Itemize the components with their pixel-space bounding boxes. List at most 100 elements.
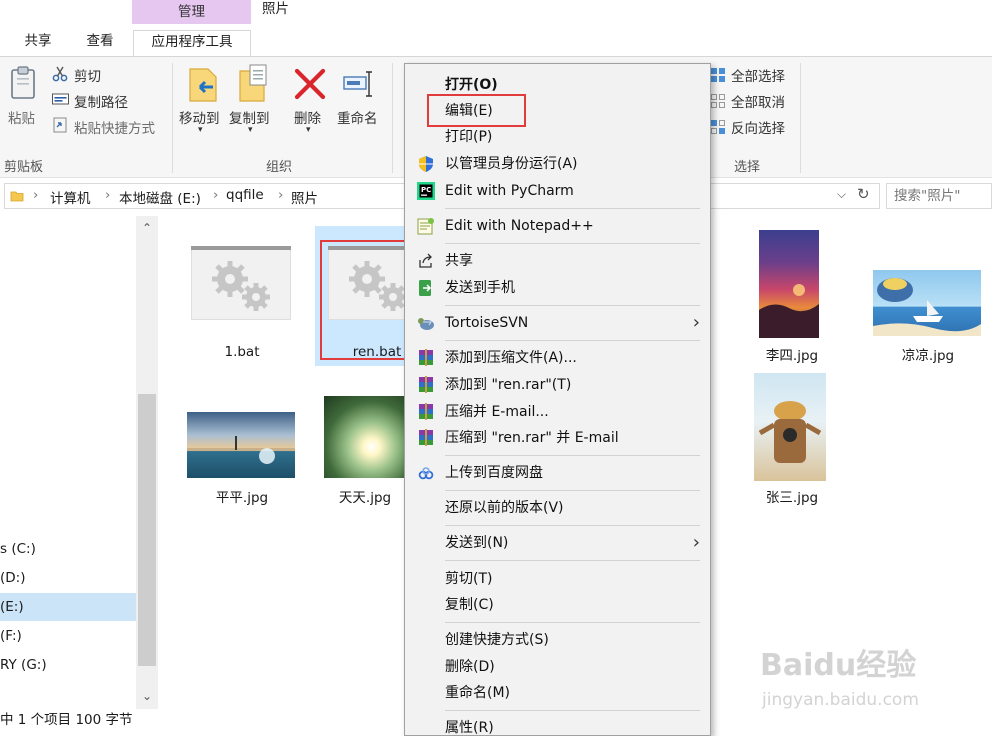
image-thumbnail bbox=[754, 373, 826, 481]
refresh-icon[interactable]: ↻ bbox=[857, 185, 870, 203]
tab-app-tools[interactable]: 应用程序工具 bbox=[133, 30, 251, 56]
baidu-netdisk-icon bbox=[417, 464, 435, 482]
image-thumbnail bbox=[187, 412, 295, 478]
menu-separator bbox=[445, 490, 700, 491]
search-input[interactable]: 搜索"照片" bbox=[886, 183, 992, 209]
ribbon-tab-bar: 管理 照片 共享 查看 应用程序工具 bbox=[0, 0, 992, 56]
batch-file-icon bbox=[191, 246, 291, 320]
context-menu: 打开(O) 编辑(E) 打印(P) 以管理员身份运行(A) PC Edit wi… bbox=[404, 63, 711, 736]
select-all-button[interactable]: 全部选择 bbox=[731, 65, 785, 85]
menu-item-send-to[interactable]: 发送到(N) › bbox=[405, 530, 710, 556]
menu-item-send-to-phone[interactable]: 发送到手机 bbox=[405, 275, 710, 301]
menu-item-cut[interactable]: 剪切(T) bbox=[405, 566, 710, 592]
menu-item-add-to-archive[interactable]: 添加到压缩文件(A)... bbox=[405, 345, 710, 371]
breadcrumb-photos[interactable]: 照片 bbox=[291, 187, 318, 207]
file-name: 1.bat bbox=[224, 344, 260, 360]
paste-shortcut-button[interactable]: 粘贴快捷方式 bbox=[74, 117, 155, 137]
scroll-up-icon[interactable]: ⌃ bbox=[136, 218, 158, 238]
menu-item-run-as-admin[interactable]: 以管理员身份运行(A) bbox=[405, 151, 710, 177]
file-name: 李四.jpg bbox=[765, 348, 819, 364]
scroll-down-icon[interactable]: ⌄ bbox=[136, 686, 158, 706]
cut-button[interactable]: 剪切 bbox=[74, 65, 101, 85]
menu-item-label: 属性(R) bbox=[445, 720, 494, 736]
menu-item-label: 发送到手机 bbox=[445, 280, 515, 296]
file-item[interactable]: 李四.jpg bbox=[730, 226, 854, 366]
file-item[interactable]: 天天.jpg bbox=[315, 368, 415, 508]
breadcrumb-separator-icon: › bbox=[213, 187, 219, 203]
navigation-pane: s (C:) (D:) (E:) (F:) RY (G:) ⌃ ⌄ bbox=[0, 216, 160, 709]
copy-to-dropdown-icon[interactable]: ▾ bbox=[248, 125, 253, 135]
copy-path-button[interactable]: 复制路径 bbox=[74, 91, 128, 111]
delete-icon bbox=[293, 67, 327, 101]
watermark-logo: Baidu经验 bbox=[760, 648, 917, 683]
menu-item-tortoisesvn[interactable]: TortoiseSVN › bbox=[405, 310, 710, 336]
select-none-button[interactable]: 全部取消 bbox=[731, 91, 785, 111]
paste-icon bbox=[8, 65, 40, 101]
status-text: 中 1 个项目 100 字节 bbox=[0, 712, 133, 728]
menu-item-notepad-plus[interactable]: Edit with Notepad++ bbox=[405, 213, 710, 239]
file-item[interactable]: 1.bat bbox=[180, 226, 304, 366]
image-thumbnail bbox=[324, 396, 406, 478]
menu-item-label: 复制(C) bbox=[445, 597, 494, 613]
file-name: 张三.jpg bbox=[765, 490, 819, 506]
breadcrumb-computer[interactable]: 计算机 bbox=[50, 187, 91, 207]
menu-item-label: 打印(P) bbox=[445, 129, 493, 145]
image-thumbnail bbox=[759, 230, 819, 338]
menu-item-print[interactable]: 打印(P) bbox=[405, 124, 710, 150]
drive-g[interactable]: RY (G:) bbox=[0, 651, 136, 679]
breadcrumb-separator-icon: › bbox=[33, 187, 39, 203]
move-to-dropdown-icon[interactable]: ▾ bbox=[198, 125, 203, 135]
menu-item-pycharm[interactable]: PC Edit with PyCharm bbox=[405, 178, 710, 204]
menu-item-restore-versions[interactable]: 还原以前的版本(V) bbox=[405, 495, 710, 521]
menu-item-label: 删除(D) bbox=[445, 659, 495, 675]
menu-item-label: Edit with Notepad++ bbox=[445, 218, 594, 234]
paste-button[interactable]: 粘贴 bbox=[8, 107, 35, 127]
tab-share[interactable]: 共享 bbox=[14, 30, 62, 56]
menu-item-delete[interactable]: 删除(D) bbox=[405, 654, 710, 680]
select-all-icon bbox=[710, 67, 726, 83]
file-item[interactable]: 张三.jpg bbox=[730, 368, 854, 508]
menu-item-label: 重命名(M) bbox=[445, 685, 511, 701]
manage-context-header: 管理 bbox=[132, 0, 251, 24]
drive-e[interactable]: (E:) bbox=[0, 593, 136, 621]
highlight-box bbox=[320, 240, 408, 360]
menu-item-create-shortcut[interactable]: 创建快捷方式(S) bbox=[405, 627, 710, 653]
menu-item-copy[interactable]: 复制(C) bbox=[405, 592, 710, 618]
menu-item-compress-email[interactable]: 压缩并 E-mail... bbox=[405, 399, 710, 425]
breadcrumb-qqfile[interactable]: qqfile bbox=[226, 187, 264, 203]
menu-item-baidu-netdisk[interactable]: 上传到百度网盘 bbox=[405, 460, 710, 486]
drive-f[interactable]: (F:) bbox=[0, 622, 136, 650]
menu-item-properties[interactable]: 属性(R) bbox=[405, 715, 710, 736]
svg-text:PC: PC bbox=[421, 186, 431, 194]
menu-item-rename[interactable]: 重命名(M) bbox=[405, 680, 710, 706]
send-to-phone-icon bbox=[417, 279, 435, 297]
drive-d[interactable]: (D:) bbox=[0, 564, 136, 592]
menu-separator bbox=[445, 560, 700, 561]
nav-scrollbar[interactable]: ⌃ ⌄ bbox=[136, 216, 158, 709]
menu-item-compress-to-ren-rar-email[interactable]: 压缩到 "ren.rar" 并 E-mail bbox=[405, 425, 710, 451]
invert-selection-button[interactable]: 反向选择 bbox=[731, 117, 785, 137]
scissors-icon bbox=[52, 66, 68, 82]
menu-item-share[interactable]: 共享 bbox=[405, 248, 710, 274]
tab-view[interactable]: 查看 bbox=[76, 30, 124, 56]
delete-button[interactable]: 删除 bbox=[294, 107, 321, 127]
menu-item-label: 上传到百度网盘 bbox=[445, 465, 543, 481]
winrar-icon bbox=[417, 376, 435, 394]
copy-to-button[interactable]: 复制到 bbox=[229, 107, 270, 127]
breadcrumb-drive-e[interactable]: 本地磁盘 (E:) bbox=[119, 187, 201, 207]
organize-group-label: 组织 bbox=[266, 160, 293, 175]
file-item[interactable]: 平平.jpg bbox=[180, 368, 304, 508]
drive-c[interactable]: s (C:) bbox=[0, 535, 136, 563]
copy-path-icon bbox=[52, 92, 69, 106]
scroll-thumb[interactable] bbox=[138, 394, 156, 666]
select-none-icon bbox=[710, 93, 726, 109]
winrar-icon bbox=[417, 403, 435, 421]
delete-dropdown-icon[interactable]: ▾ bbox=[306, 125, 311, 135]
move-to-button[interactable]: 移动到 bbox=[179, 107, 220, 127]
address-history-dropdown-icon[interactable]: ⌵ bbox=[837, 187, 846, 202]
rename-button[interactable]: 重命名 bbox=[337, 107, 378, 127]
file-item[interactable]: 凉凉.jpg bbox=[866, 226, 990, 366]
menu-item-add-to-ren-rar[interactable]: 添加到 "ren.rar"(T) bbox=[405, 372, 710, 398]
menu-separator bbox=[445, 305, 700, 306]
menu-separator bbox=[445, 710, 700, 711]
